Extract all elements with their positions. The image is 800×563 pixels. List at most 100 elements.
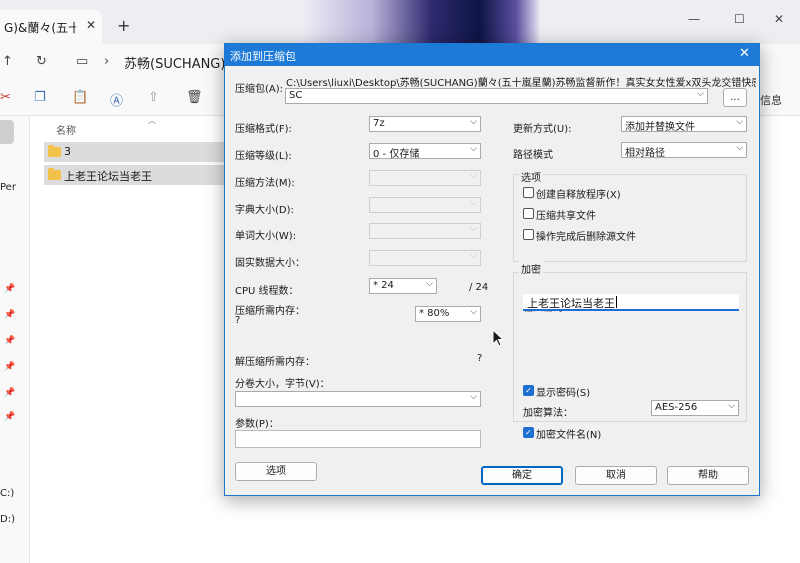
split-size-label: 分卷大小，字节(V)：: [235, 379, 330, 390]
chevron-down-icon: ⌵: [697, 89, 704, 99]
mouse-cursor-icon: [492, 329, 504, 347]
path-mode-select[interactable]: 相对路径 ⌵: [621, 142, 747, 159]
browse-button[interactable]: ...: [723, 88, 747, 107]
format-select[interactable]: 7z ⌵: [369, 116, 481, 132]
encryption-method-label: 加密算法：: [523, 408, 573, 419]
chevron-down-icon: ⌵: [736, 117, 743, 127]
nav-item-c-drive[interactable]: C:): [0, 488, 14, 499]
chevron-down-icon: ⌵: [470, 392, 477, 402]
shared-files-checkbox[interactable]: [523, 208, 534, 219]
explorer-tab[interactable]: G)&蘭々(五十嵐! ✕: [0, 10, 102, 44]
copy-icon[interactable]: ❐: [34, 90, 46, 105]
password-value: 上老王论坛当老王: [527, 297, 615, 310]
encryption-group-title: 加密: [519, 261, 543, 276]
method-select[interactable]: ⌵: [369, 170, 481, 186]
help-button[interactable]: 帮助: [667, 466, 749, 485]
rename-icon[interactable]: Ⓐ: [110, 90, 123, 109]
path-mode-value: 相对路径: [625, 148, 665, 159]
level-select[interactable]: 0 - 仅存储 ⌵: [369, 143, 481, 160]
background-image: [300, 0, 540, 44]
path-mode-label: 路径模式: [513, 150, 553, 161]
maximize-icon[interactable]: ☐: [734, 12, 745, 26]
cancel-button[interactable]: 取消: [575, 466, 657, 485]
cut-icon[interactable]: ✂: [0, 90, 11, 105]
pin-icon: 📌: [4, 412, 16, 422]
decompress-memory-label: 解压缩所需内存：: [235, 357, 315, 368]
nav-item-per[interactable]: Per: [0, 182, 16, 193]
chevron-down-icon: ⌵: [470, 251, 477, 261]
archive-name-value: SC: [289, 90, 303, 101]
sfx-checkbox[interactable]: [523, 187, 534, 198]
nav-selected-item[interactable]: [0, 120, 14, 144]
solid-size-select[interactable]: ⌵: [369, 250, 481, 266]
update-mode-select[interactable]: 添加并替换文件 ⌵: [621, 116, 747, 133]
file-name: 上老王论坛当老王: [64, 170, 152, 183]
dict-size-label: 字典大小(D):: [235, 205, 294, 216]
add-to-archive-dialog: 添加到压缩包 ✕ 压缩包(A): C:\Users\liuxi\Desktop\…: [224, 43, 760, 496]
chevron-down-icon: ⌵: [470, 198, 477, 208]
chevron-down-icon: ⌵: [736, 143, 743, 153]
chevron-down-icon: ⌵: [470, 171, 477, 181]
close-icon[interactable]: ✕: [739, 46, 750, 61]
cpu-threads-label: CPU 线程数：: [235, 286, 299, 297]
encrypt-filenames-label: 加密文件名(N): [536, 430, 602, 441]
list-item[interactable]: 3: [44, 142, 228, 162]
tab-bar: G)&蘭々(五十嵐! ✕ + — ☐ ✕: [0, 0, 800, 44]
word-size-select[interactable]: ⌵: [369, 223, 481, 239]
chevron-down-icon: ⌵: [470, 224, 477, 234]
share-icon[interactable]: ⇧: [148, 90, 159, 105]
tab-title: G)&蘭々(五十嵐!: [4, 21, 76, 35]
parameters-input[interactable]: [235, 430, 481, 448]
pin-icon: 📌: [4, 336, 16, 346]
minimize-icon[interactable]: —: [688, 12, 700, 26]
dialog-title: 添加到压缩包: [230, 50, 296, 63]
folder-icon: [48, 168, 61, 180]
column-header-name[interactable]: 名称: [56, 122, 76, 137]
up-arrow-icon[interactable]: ↑: [2, 54, 13, 69]
format-value: 7z: [373, 118, 385, 129]
text-caret: [616, 296, 617, 308]
solid-size-label: 固实数据大小：: [235, 258, 305, 269]
ok-button[interactable]: 确定: [481, 466, 563, 485]
pin-icon: 📌: [4, 362, 16, 372]
update-mode-value: 添加并替换文件: [625, 122, 695, 133]
pc-icon[interactable]: ▭: [76, 54, 88, 69]
split-size-combo[interactable]: ⌵: [235, 391, 481, 407]
close-tab-icon[interactable]: ✕: [86, 18, 96, 32]
dialog-title-bar: 添加到压缩包 ✕: [225, 44, 759, 66]
close-window-icon[interactable]: ✕: [774, 12, 784, 26]
pin-icon: 📌: [4, 388, 16, 398]
options-button[interactable]: 选项: [235, 462, 317, 481]
details-button[interactable]: 信息: [760, 92, 782, 108]
memory-usage-select[interactable]: * 80% ⌵: [415, 306, 481, 322]
word-size-label: 单词大小(W):: [235, 231, 297, 242]
pin-icon: 📌: [4, 284, 16, 294]
file-name: 3: [64, 145, 71, 158]
show-password-label: 显示密码(S): [536, 388, 591, 399]
cpu-threads-total: / 24: [469, 282, 489, 293]
paste-icon[interactable]: 📋: [72, 90, 88, 105]
encryption-method-select[interactable]: AES-256 ⌵: [651, 400, 739, 416]
level-label: 压缩等级(L):: [235, 151, 292, 162]
chevron-down-icon: ⌵: [470, 144, 477, 154]
list-item[interactable]: 上老王论坛当老王: [44, 165, 228, 185]
parameters-label: 参数(P)：: [235, 419, 279, 430]
password-input[interactable]: 上老王论坛当老王: [523, 294, 739, 311]
archive-name-combo[interactable]: SC ⌵: [285, 88, 708, 104]
chevron-down-icon: ⌵: [470, 307, 477, 317]
encrypt-filenames-checkbox[interactable]: ✓: [523, 427, 534, 438]
delete-after-checkbox[interactable]: [523, 229, 534, 240]
format-label: 压缩格式(F):: [235, 124, 292, 135]
delete-icon[interactable]: 🗑: [186, 90, 203, 105]
nav-item-d-drive[interactable]: D:): [0, 514, 15, 525]
shared-files-label: 压缩共享文件: [536, 211, 596, 222]
show-password-checkbox[interactable]: ✓: [523, 385, 534, 396]
refresh-icon[interactable]: ↻: [36, 54, 47, 69]
delete-after-label: 操作完成后删除源文件: [536, 232, 636, 243]
cpu-threads-select[interactable]: * 24 ⌵: [369, 278, 437, 294]
dict-size-select[interactable]: ⌵: [369, 197, 481, 213]
chevron-right-icon[interactable]: ›: [104, 54, 109, 69]
new-tab-icon[interactable]: +: [117, 16, 130, 35]
sfx-label: 创建自释放程序(X): [536, 190, 621, 201]
chevron-down-icon: ⌵: [728, 401, 735, 411]
